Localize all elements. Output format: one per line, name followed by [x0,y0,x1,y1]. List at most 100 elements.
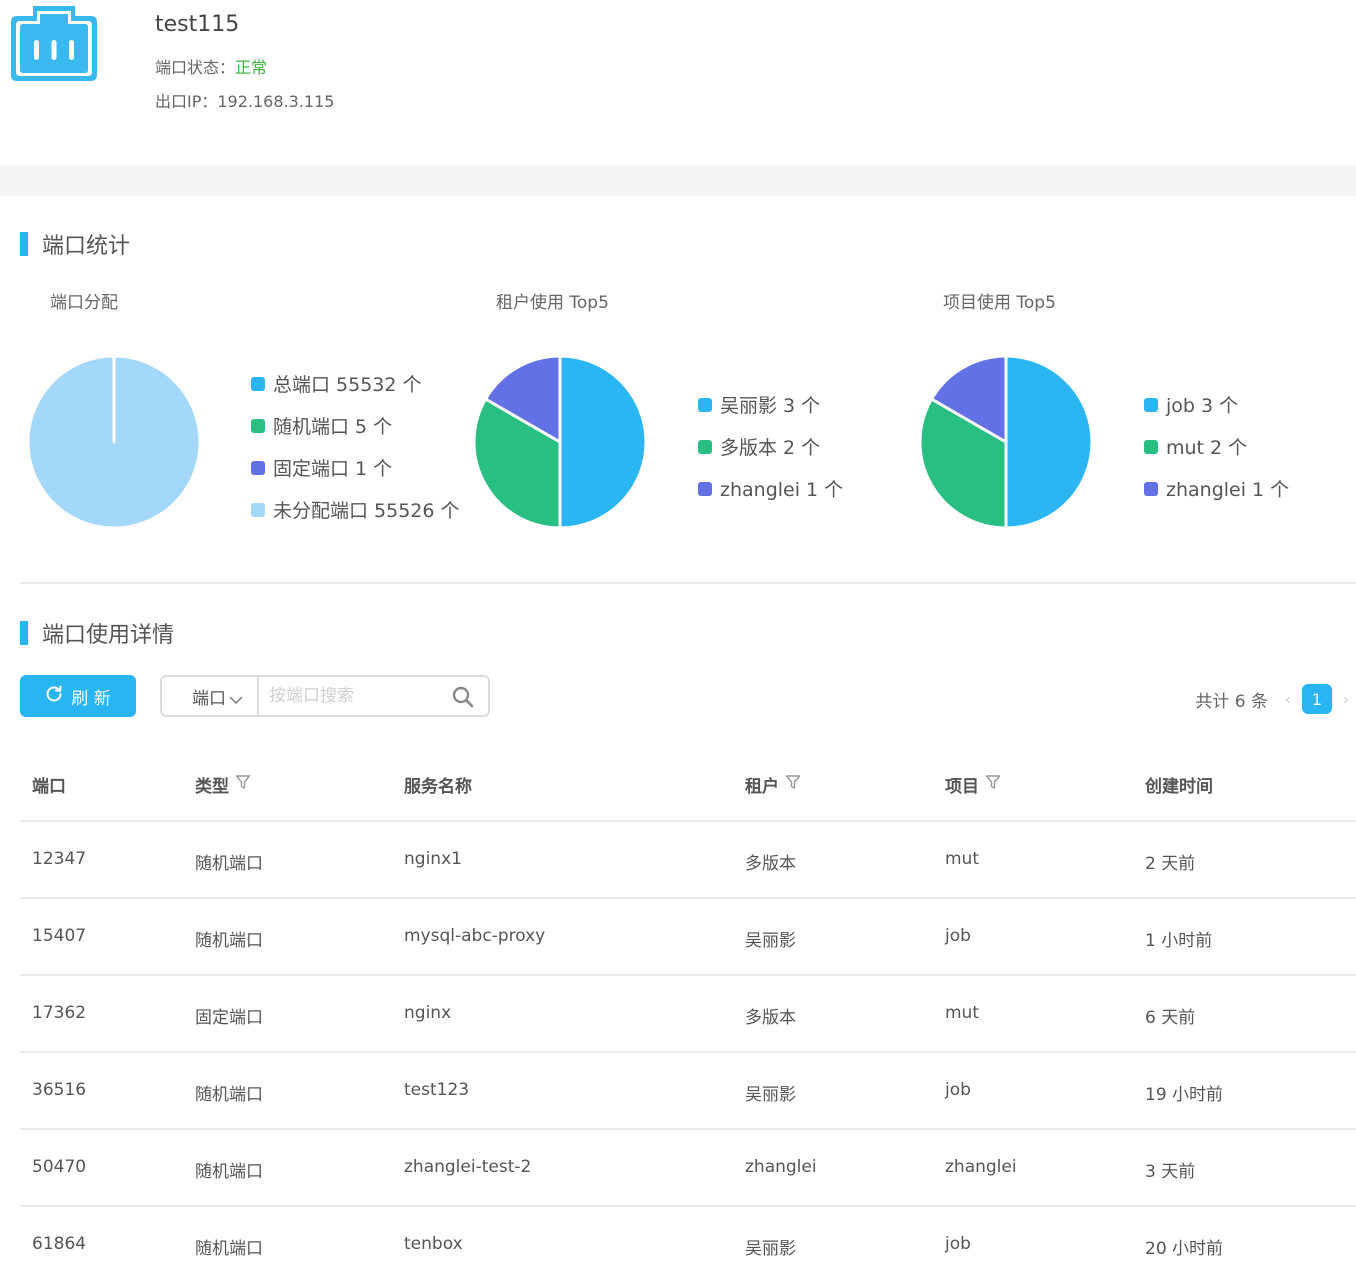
network-port-icon [11,4,97,81]
legend-item: mut 2 个 [1144,433,1247,460]
header-label: 租户 [745,777,779,797]
horizontal-divider [20,582,1356,584]
stats-title-text: 端口统计 [42,234,131,259]
cell-service: mysql-abc-proxy [404,926,546,946]
cell-type: 随机端口 [195,1162,263,1182]
legend-label: 总端口 55532 个 [273,374,422,396]
chart-title-allocation: 端口分配 [50,293,118,313]
cell-created: 19 小时前 [1145,1085,1224,1105]
cell-created: 1 小时前 [1145,931,1213,951]
chart-title-project: 项目使用 Top5 [943,293,1056,313]
table-row: 17362 固定端口 nginx 多版本 mut 6 天前 [20,976,1356,1053]
title-accent-bar [20,621,28,645]
filter-icon[interactable] [785,774,801,795]
cell-tenant: 多版本 [745,854,796,874]
pie-slice [1004,355,1093,529]
cell-port: 50470 [32,1157,87,1177]
status-label: 端口状态： [155,58,236,77]
cell-port: 36516 [32,1080,87,1100]
port-usage-table: 端口 类型 服务名称 租户 项目 创建时间 12347 随机端口 nginx1 … [20,746,1356,1283]
cell-service: test123 [404,1080,470,1100]
cell-service: zhanglei-test-2 [404,1157,532,1177]
cell-project: mut [945,849,979,869]
pie-slice [27,355,201,529]
column-header-port: 端口 [32,772,66,797]
pie-slice [558,355,647,529]
table-header: 端口 类型 服务名称 租户 项目 创建时间 [20,746,1356,822]
legend-item: 吴丽影 3 个 [698,391,820,418]
cell-service: tenbox [404,1234,463,1254]
legend-item: 总端口 55532 个 [251,370,422,397]
cell-tenant: zhanglei [745,1157,817,1177]
status-value: 正常 [235,58,268,77]
cell-type: 随机端口 [195,854,263,874]
details-title-text: 端口使用详情 [42,623,175,648]
cell-project: job [945,1080,971,1100]
cell-project: mut [945,1003,979,1023]
legend-swatch [251,460,265,475]
legend-item: job 3 个 [1144,391,1238,418]
port-title: test115 [155,12,240,37]
cell-type: 随机端口 [195,1239,263,1259]
legend-swatch [251,376,265,391]
cell-port: 15407 [32,926,87,946]
search-field-select[interactable]: 端口 [162,677,259,715]
legend-item: zhanglei 1 个 [1144,475,1289,502]
cell-port: 12347 [32,849,87,869]
cell-tenant: 吴丽影 [745,1085,796,1105]
table-row: 50470 随机端口 zhanglei-test-2 zhanglei zhan… [20,1130,1356,1207]
table-row: 15407 随机端口 mysql-abc-proxy 吴丽影 job 1 小时前 [20,899,1356,976]
refresh-button[interactable]: 刷 新 [20,675,136,717]
cell-type: 随机端口 [195,931,263,951]
header-label: 创建时间 [1145,777,1213,797]
ip-value: 192.168.3.115 [217,92,335,111]
legend-label: zhanglei 1 个 [1166,479,1290,501]
port-header: test115 端口状态：正常 出口IP：192.168.3.115 [0,0,1356,166]
table-row: 12347 随机端口 nginx1 多版本 mut 2 天前 [20,822,1356,899]
filter-icon[interactable] [235,774,251,795]
cell-port: 17362 [32,1003,87,1023]
column-header-tenant: 租户 [745,772,801,797]
pie-chart-tenant [473,355,647,529]
table-row: 36516 随机端口 test123 吴丽影 job 19 小时前 [20,1053,1356,1130]
legend-item: 固定端口 1 个 [251,454,392,481]
legend-item: 未分配端口 55526 个 [251,496,460,523]
legend-label: job 3 个 [1166,395,1239,417]
next-page-icon[interactable]: › [1336,690,1356,709]
legend-swatch [698,397,712,412]
filter-icon[interactable] [985,774,1001,795]
column-header-type: 类型 [195,772,251,797]
search-icon[interactable] [452,686,474,712]
chart-title-tenant: 租户使用 Top5 [496,293,609,313]
chevron-down-icon [229,690,243,710]
cell-project: job [945,926,971,946]
header-label: 类型 [195,777,229,797]
cell-type: 固定端口 [195,1008,263,1028]
legend-label: 随机端口 5 个 [273,416,393,438]
legend-swatch [698,439,712,454]
legend-swatch [1144,397,1158,412]
port-ip: 出口IP：192.168.3.115 [155,88,334,112]
legend-item: 随机端口 5 个 [251,412,392,439]
total-count: 共计 6 条 [1195,691,1268,712]
legend-label: 吴丽影 3 个 [720,395,821,417]
pagination: 共计 6 条 ‹ 1 › [1195,684,1356,714]
refresh-label: 刷 新 [71,688,111,709]
cell-service: nginx1 [404,849,462,869]
legend-swatch [698,481,712,496]
cell-tenant: 多版本 [745,1008,796,1028]
search-group: 端口 [160,675,490,717]
ip-label: 出口IP： [155,92,218,111]
cell-project: job [945,1234,971,1254]
column-header-project: 项目 [945,772,1001,797]
pie-chart-project [919,355,1093,529]
legend-swatch [1144,439,1158,454]
cell-created: 3 天前 [1145,1162,1196,1182]
page-number-current[interactable]: 1 [1302,684,1332,714]
header-label: 端口 [32,777,66,797]
cell-tenant: 吴丽影 [745,931,796,951]
cell-service: nginx [404,1003,452,1023]
pie-chart-allocation [27,355,201,529]
column-header-created: 创建时间 [1145,772,1213,797]
prev-page-icon[interactable]: ‹ [1278,690,1298,709]
